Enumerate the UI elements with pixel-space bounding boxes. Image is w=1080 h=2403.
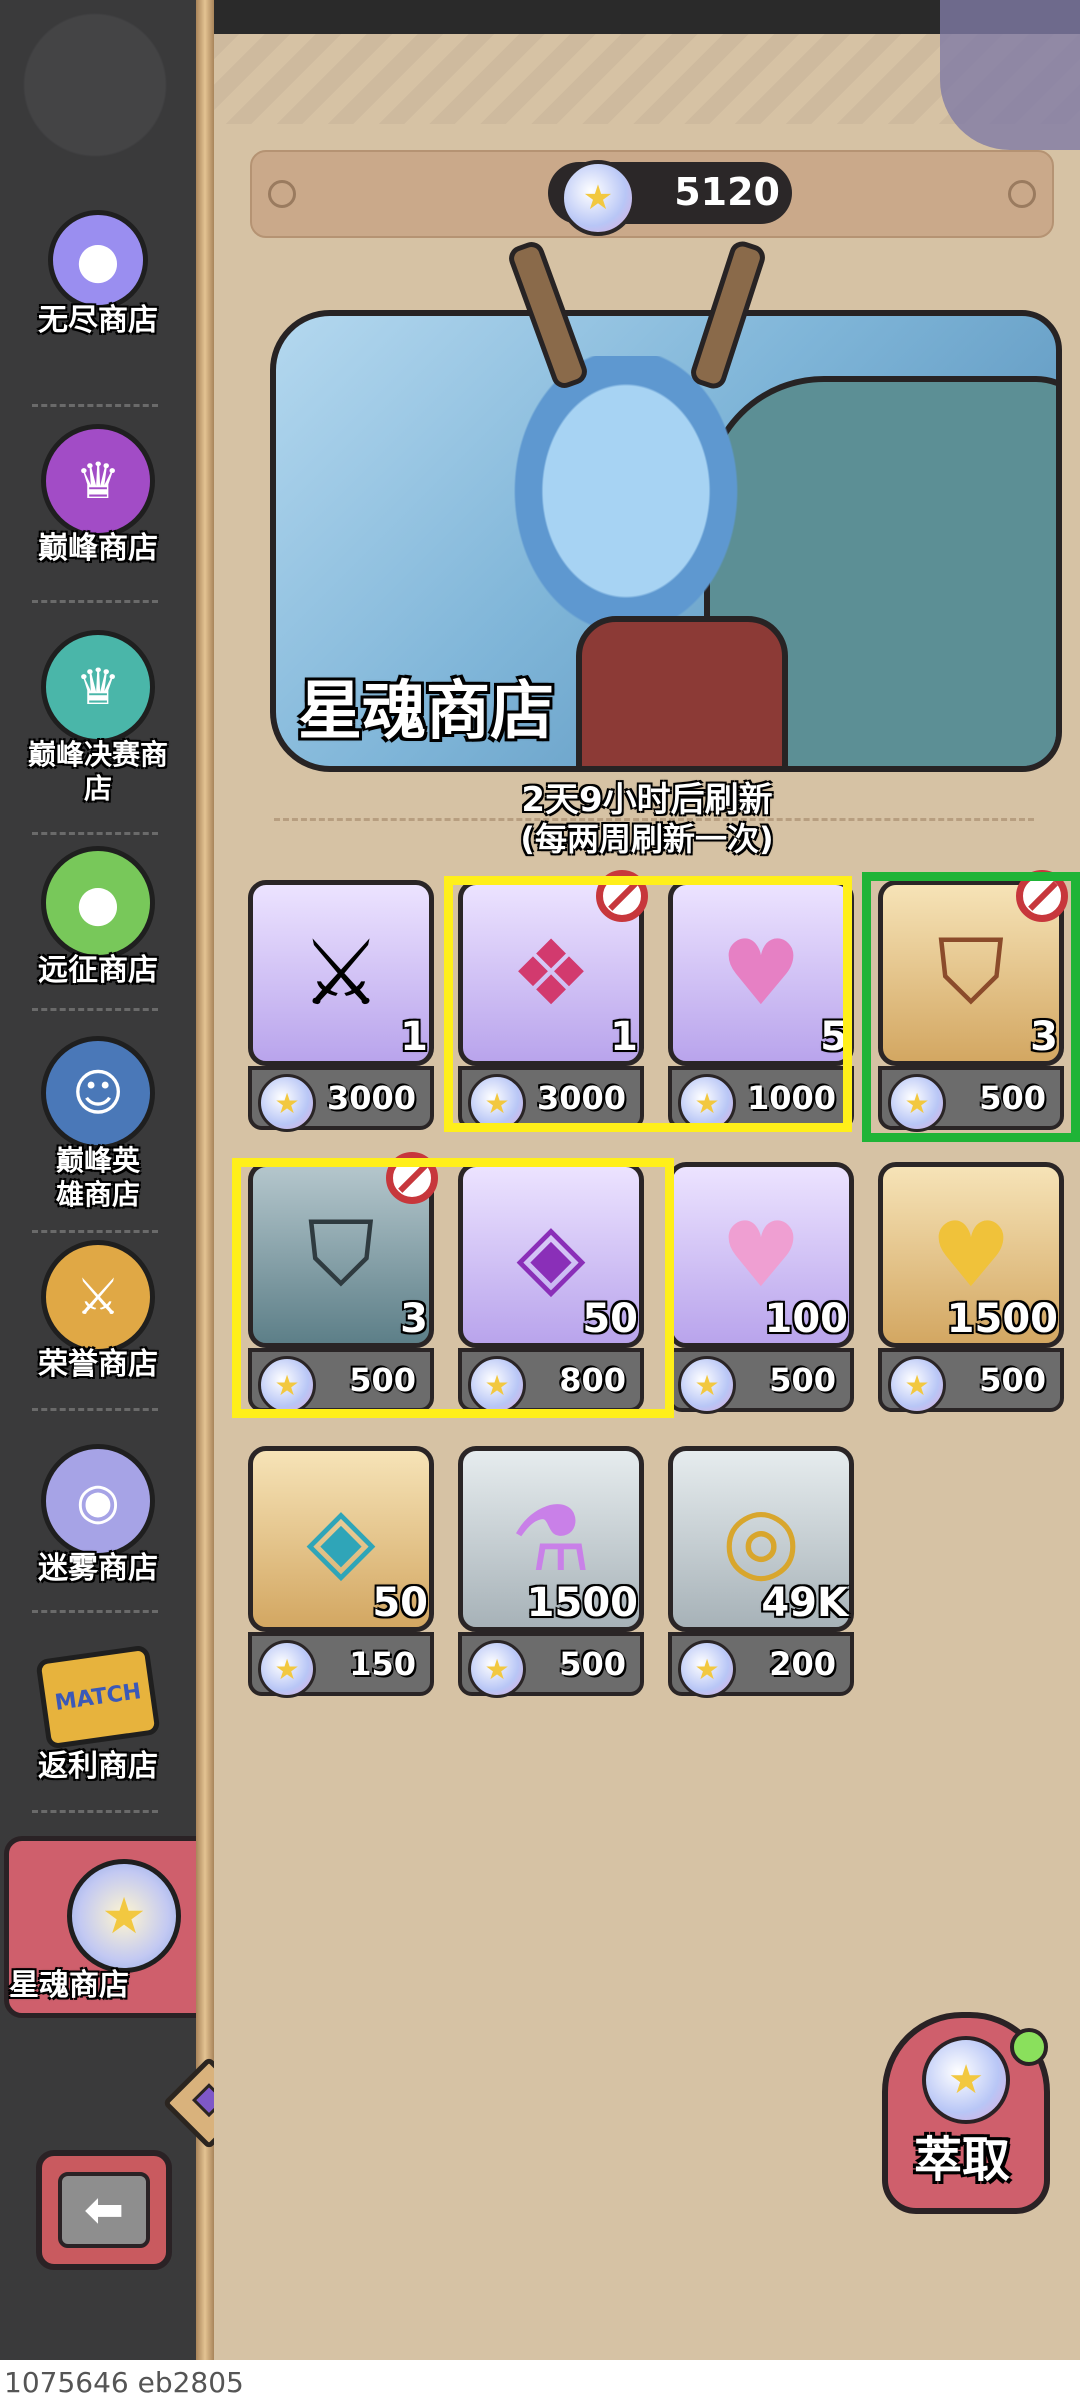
sidebar-item-label: 荣誉商店 [38,1347,158,1382]
sidebar-item-peak-hero-shop[interactable]: ☺ 巅峰英雄商店 [18,1036,178,1212]
price-tag: ★ 200 [668,1632,854,1698]
shop-item-card[interactable]: ⚔ 1 ★ 3000 [248,880,434,1134]
sidebar-divider [32,1008,158,1011]
highlight-box-yellow [232,1158,674,1418]
price-amount: 200 [769,1645,836,1683]
crown-gem-icon: ♛ [41,630,155,744]
sidebar-item-mist-shop[interactable]: ◉ 迷雾商店 [18,1444,178,1586]
item-quantity: 100 [764,1296,849,1342]
notification-dot [1010,2028,1048,2066]
price-amount: 500 [979,1361,1046,1399]
sidebar-divider [32,1408,158,1411]
item-quantity: 50 [372,1580,428,1626]
sidebar-divider [32,600,158,603]
match-ticket-icon: MATCH [35,1644,161,1750]
shop-item-card[interactable]: ◎ 49K ★ 200 [668,1446,854,1700]
sidebar-divider [32,832,158,835]
price-tag: ★ 500 [878,1348,1064,1414]
sidebar-item-peak-shop[interactable]: ♛ 巅峰商店 [18,424,178,566]
star-soul-icon: ★ [678,1640,736,1698]
item-quantity: 1500 [526,1580,638,1626]
star-soul-icon: ★ [468,1640,526,1698]
sidebar-rail [196,0,214,2360]
sidebar-item-label: 巅峰决赛商店 [27,738,168,805]
currency-bar: ★ 5120 [250,150,1054,238]
green-slime-icon: ● [41,846,155,960]
sidebar-item-label: 巅峰商店 [38,531,158,566]
sidebar-divider [32,1810,158,1813]
shop-item-card[interactable]: ◈ 50 ★ 150 [248,1446,434,1700]
star-soul-icon: ★ [560,160,636,236]
star-soul-icon: ★ [67,1859,181,1973]
character-body-art [576,616,788,766]
star-soul-icon: ★ [888,1356,946,1414]
item-quantity: 49K [761,1580,848,1626]
extract-button[interactable]: ★ 萃取 [876,2012,1050,2214]
mist-orb-icon: ◉ [41,1444,155,1558]
highlight-box-green [862,872,1080,1142]
sidebar-item-label: 无尽商店 [38,303,158,338]
star-soul-icon: ★ [922,2036,1010,2124]
shop-item-card[interactable]: ♥ 100 ★ 500 [668,1162,854,1416]
slime-icon: ● [48,210,148,310]
sidebar-divider [32,1230,158,1233]
hero-portrait-icon: ☺ [41,1036,155,1150]
refresh-interval-note: (每两周刷新一次) [520,820,774,858]
back-button[interactable]: ⬅ [36,2150,172,2270]
price-amount: 500 [559,1645,626,1683]
price-tag: ★ 500 [458,1632,644,1698]
price-amount: 3000 [326,1079,416,1117]
crown-icon: ♛ [41,424,155,538]
price-tag: ★ 3000 [248,1066,434,1132]
item-quantity: 1500 [946,1296,1058,1342]
price-amount: 500 [769,1361,836,1399]
shop-banner: 星魂商店 [270,238,1062,772]
pin-icon [268,180,296,208]
sidebar-item-honor-shop[interactable]: ⚔ 荣誉商店 [18,1240,178,1382]
currency-amount: 5120 [674,170,780,214]
sidebar-item-label: 远征商店 [38,953,158,988]
back-arrow-icon: ⬅ [58,2172,150,2248]
sidebar-item-endless-shop[interactable]: ● 无尽商店 [18,210,178,338]
sidebar-item-label: 巅峰英雄商店 [55,1144,140,1211]
price-tag: ★ 150 [248,1632,434,1698]
banner-title: 星魂商店 [298,675,554,749]
dragon-character-art [496,356,756,656]
shop-item-card[interactable]: ♥ 1500 ★ 500 [878,1162,1064,1416]
shop-item-card[interactable]: ⚗ 1500 ★ 500 [458,1446,644,1700]
price-amount: 150 [349,1645,416,1683]
sidebar-item-rebate-shop[interactable]: MATCH 返利商店 [18,1644,178,1784]
corner-ornament [940,0,1080,150]
app-root: ● 无尽商店 ♛ 巅峰商店 ♛ 巅峰决赛商店 ● 远征商店 ☺ 巅峰英雄商店 ⚔… [0,0,1080,2403]
sidebar-divider [32,404,158,407]
star-soul-icon: ★ [678,1356,736,1414]
pin-icon [1008,180,1036,208]
sidebar-item-label: 返利商店 [38,1749,158,1784]
sidebar-item-peak-final-shop[interactable]: ♛ 巅峰决赛商店 [18,630,178,806]
crossed-swords-icon: ⚔ [41,1240,155,1354]
shop-sidebar: ● 无尽商店 ♛ 巅峰商店 ♛ 巅峰决赛商店 ● 远征商店 ☺ 巅峰英雄商店 ⚔… [0,0,244,2360]
price-tag: ★ 500 [668,1348,854,1414]
star-soul-icon: ★ [258,1640,316,1698]
highlight-box-yellow [444,876,852,1132]
sidebar-item-expedition-shop[interactable]: ● 远征商店 [18,846,178,988]
item-quantity: 1 [400,1014,428,1060]
shop-main-panel: ★ 5120 星魂商店 2天9小时后刷新 (每两周刷新一次) ⚔ 1 ★ 3000… [214,0,1080,2360]
build-id: 1075646 eb2805 [4,2366,244,2399]
sidebar-item-label: 迷雾商店 [38,1551,158,1586]
extract-button-label: 萃取 [913,2132,1010,2188]
sidebar-divider [32,1610,158,1613]
star-soul-icon: ★ [258,1074,316,1132]
